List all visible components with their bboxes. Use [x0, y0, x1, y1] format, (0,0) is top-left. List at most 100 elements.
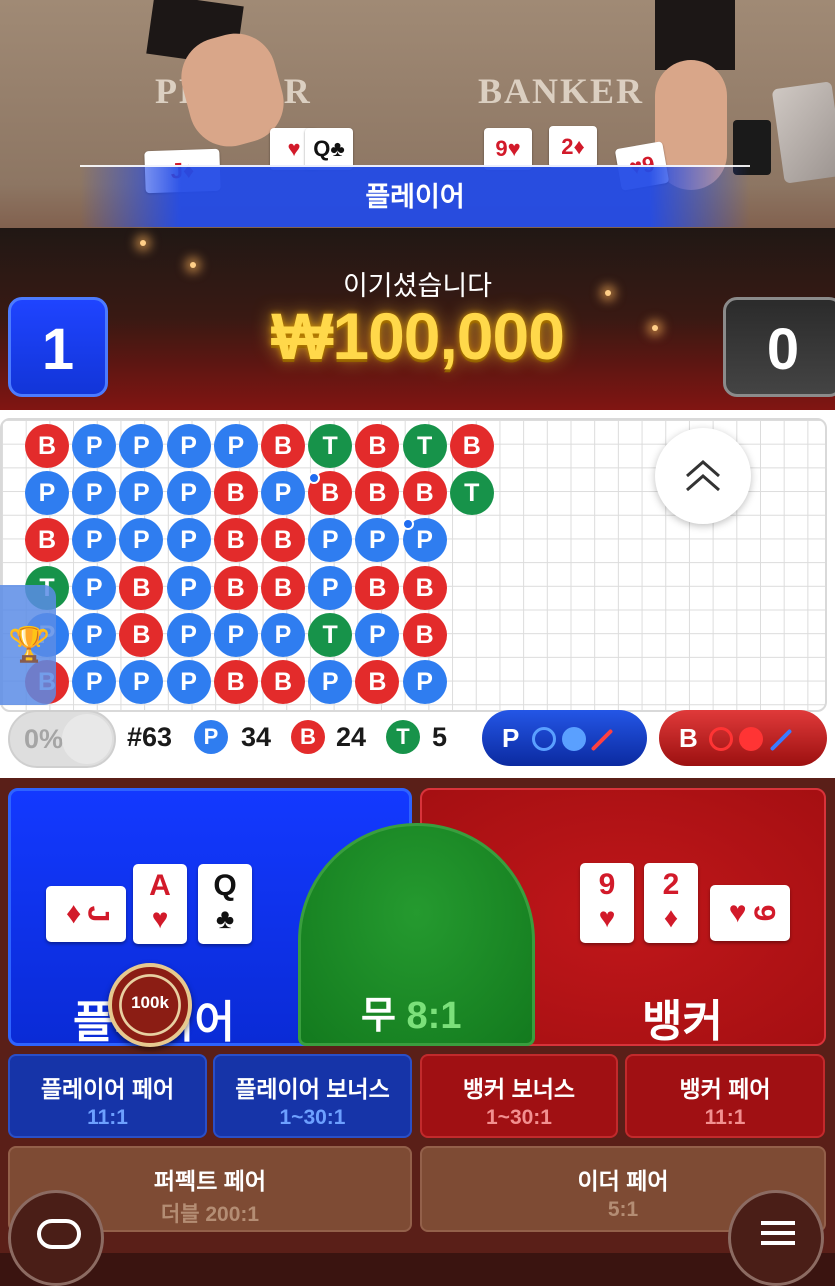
betting-table: ♦J A♥ Q♣ 플레이어 9♥ 2♦ ♥9 뱅커 무 8:1 100k 플레이…	[0, 778, 835, 1286]
road-bead: P	[72, 518, 117, 563]
player-pair-bet[interactable]: 플레이어 페어 11:1	[8, 1054, 207, 1138]
slash-icon	[590, 728, 614, 752]
road-bead: P	[119, 471, 164, 516]
road-bead: T	[308, 612, 353, 657]
road-bead: P	[72, 660, 117, 704]
road-bead: P	[119, 660, 164, 704]
road-bead: T	[308, 424, 353, 468]
banker-count: 24	[336, 722, 367, 752]
road-bead: P	[25, 471, 69, 516]
road-bead: P	[261, 471, 305, 516]
tie-bet-spot[interactable]: 무 8:1	[298, 823, 535, 1046]
road-bead: B	[402, 565, 447, 610]
leaderboard-tab[interactable]: 🏆	[0, 585, 56, 705]
table-card-queen: Q♣	[305, 128, 353, 170]
road-bead: B	[261, 565, 305, 610]
banker-card-1: 9 ♥	[580, 863, 634, 943]
percent-toggle[interactable]: 0%	[8, 710, 116, 768]
road-bead: B	[402, 612, 447, 657]
player-predict-button[interactable]: P	[482, 710, 647, 766]
road-bead: P	[166, 565, 211, 610]
road-bead: P	[213, 612, 258, 657]
bet-chip[interactable]: 100k	[108, 963, 192, 1047]
card-shoe	[771, 81, 835, 184]
road-bead: P	[308, 660, 353, 704]
predict-player-label: P	[502, 723, 520, 753]
banker-bet-label: 뱅커	[642, 997, 723, 1046]
player-card-3: Q ♣	[198, 864, 252, 944]
road-bead: B	[355, 471, 400, 516]
banker-card-2: 2 ♦	[644, 863, 698, 943]
tie-odds: 8:1	[406, 995, 462, 1037]
chat-bubble-icon	[37, 1219, 81, 1249]
filled-circle-icon	[562, 727, 586, 751]
road-bead: B	[449, 424, 494, 468]
road-bead: P	[261, 612, 305, 657]
road-bead: P	[166, 660, 211, 704]
road-bead: P	[166, 518, 211, 563]
road-bead: P	[72, 471, 117, 516]
round-number: #63	[127, 722, 173, 752]
player-score-box: 1	[8, 297, 108, 397]
felt-banker-label: BANKER	[478, 71, 645, 111]
road-bead: P	[119, 518, 164, 563]
pair-marker-dot	[308, 472, 320, 484]
predict-banker-label: B	[679, 723, 698, 753]
double-chevron-up-icon	[686, 460, 720, 492]
road-bead: B	[213, 660, 258, 704]
win-amount: ₩100,000	[271, 299, 565, 373]
player-bonus-bet[interactable]: 플레이어 보너스 1~30:1	[213, 1054, 412, 1138]
tie-bet-label: 무 8:1	[361, 995, 462, 1037]
banker-bonus-bet[interactable]: 뱅커 보너스 1~30:1	[420, 1054, 618, 1138]
toggle-percent-label: 0%	[24, 724, 64, 754]
road-bead: B	[355, 660, 400, 704]
road-bead: B	[119, 612, 164, 657]
road-bead: P	[213, 424, 258, 468]
road-bead: B	[261, 660, 305, 704]
slash-icon	[769, 728, 793, 752]
live-video-feed: PLAYER BANKER J♦ ♥ Q♣ 9♥ 2♦ ♥9 플레이어 이기셨습…	[0, 0, 835, 410]
road-bead: B	[355, 565, 400, 610]
banker-card-3: ♥9	[710, 885, 790, 941]
pair-marker-dot	[402, 518, 414, 530]
road-bead: P	[355, 612, 400, 657]
hollow-circle-icon	[709, 727, 733, 751]
road-bead: B	[213, 565, 258, 610]
round-result-banner: 플레이어	[80, 165, 750, 227]
chip-value: 100k	[131, 993, 169, 1012]
banker-count-badge: B	[291, 720, 325, 754]
road-bead: B	[213, 471, 258, 516]
road-bead: P	[166, 471, 211, 516]
road-bead: B	[25, 518, 69, 563]
expand-roadmap-button[interactable]	[655, 428, 751, 524]
tie-count-badge: T	[386, 720, 420, 754]
road-bead: B	[261, 424, 305, 468]
hollow-circle-icon	[532, 727, 556, 751]
chat-button[interactable]	[8, 1190, 104, 1286]
banker-predict-button[interactable]: B	[659, 710, 827, 766]
player-card-1: ♦J	[46, 886, 126, 942]
road-bead: B	[213, 518, 258, 563]
player-count-badge: P	[194, 720, 228, 754]
player-count: 34	[241, 722, 272, 752]
road-bead: B	[119, 565, 164, 610]
sparkle	[140, 240, 146, 246]
road-bead: P	[166, 424, 211, 468]
roadmap-stats-bar: 0% #63 P 34 B 24 T 5 P B	[0, 708, 835, 770]
table-card-two: 2♦	[549, 126, 597, 168]
road-bead: T	[449, 471, 494, 516]
road-bead: P	[308, 518, 353, 563]
road-bead: P	[355, 518, 400, 563]
toggle-knob	[62, 714, 112, 764]
road-bead: T	[402, 424, 447, 468]
trophy-icon: 🏆	[8, 626, 51, 664]
banker-pair-bet[interactable]: 뱅커 페어 11:1	[625, 1054, 825, 1138]
table-card-nine: 9♥	[484, 128, 532, 170]
banker-score-box: 0	[723, 297, 835, 397]
road-bead: P	[402, 660, 447, 704]
player-card-2: A ♥	[133, 864, 187, 944]
road-bead: B	[261, 518, 305, 563]
menu-button[interactable]	[728, 1190, 824, 1286]
road-bead: B	[25, 424, 69, 468]
road-bead: P	[72, 424, 117, 468]
